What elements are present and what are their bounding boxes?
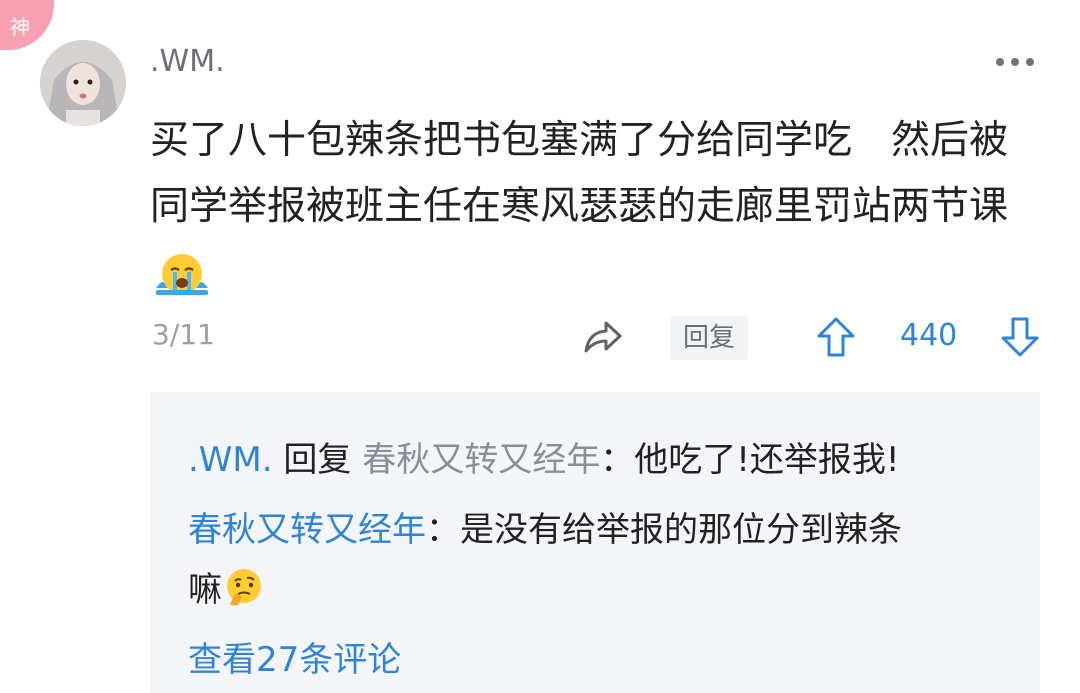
- comment-date: 3/11: [152, 318, 215, 351]
- reply-text: 嘛: [188, 570, 222, 610]
- thumb-down-arrow-icon[interactable]: [1000, 316, 1040, 358]
- avatar-image: [40, 40, 126, 126]
- thumb-up-arrow-icon[interactable]: [816, 316, 856, 358]
- reply-text: 他吃了!还举报我!: [634, 440, 900, 480]
- like-count: 440: [900, 318, 958, 353]
- crying-face-icon: [154, 250, 210, 296]
- share-arrow-icon[interactable]: [582, 318, 624, 356]
- comment-username[interactable]: .WM.: [150, 44, 225, 79]
- view-all-replies-link[interactable]: 查看27条评论: [188, 632, 401, 681]
- reply-separator: ：: [600, 440, 635, 480]
- comment-text-line: 同学举报被班主任在寒风瑟瑟的走廊里罚站两节课: [150, 184, 1009, 229]
- reply-author[interactable]: .WM.: [188, 440, 273, 480]
- comment-text-line: 买了八十包辣条把书包塞满了分给同学吃 然后被: [150, 118, 1009, 163]
- reply-author[interactable]: 春秋又转又经年: [188, 510, 426, 550]
- avatar[interactable]: [40, 40, 126, 126]
- badge-label: 神: [10, 15, 30, 39]
- thinking-face-icon: [224, 567, 264, 607]
- reply-item-continuation: 嘛: [188, 562, 264, 611]
- reply-preview-panel: .WM. 回复 春秋又转又经年：他吃了!还举报我! 春秋又转又经年：是没有给举报…: [150, 392, 1040, 693]
- comment-body: 买了八十包辣条把书包塞满了分给同学吃 然后被 同学举报被班主任在寒风瑟瑟的走廊里…: [150, 108, 1050, 240]
- reply-verb: 回复: [283, 440, 352, 480]
- reply-button[interactable]: 回复: [670, 316, 748, 360]
- reply-item[interactable]: 春秋又转又经年：是没有给举报的那位分到辣条: [188, 502, 902, 551]
- reply-separator: ：: [426, 510, 460, 550]
- reply-text: 是没有给举报的那位分到辣条: [460, 510, 902, 550]
- reply-item[interactable]: .WM. 回复 春秋又转又经年：他吃了!还举报我!: [188, 432, 899, 481]
- reply-target[interactable]: 春秋又转又经年: [362, 440, 600, 480]
- more-dots-icon[interactable]: [990, 50, 1040, 74]
- god-comment-badge: 神: [0, 0, 54, 50]
